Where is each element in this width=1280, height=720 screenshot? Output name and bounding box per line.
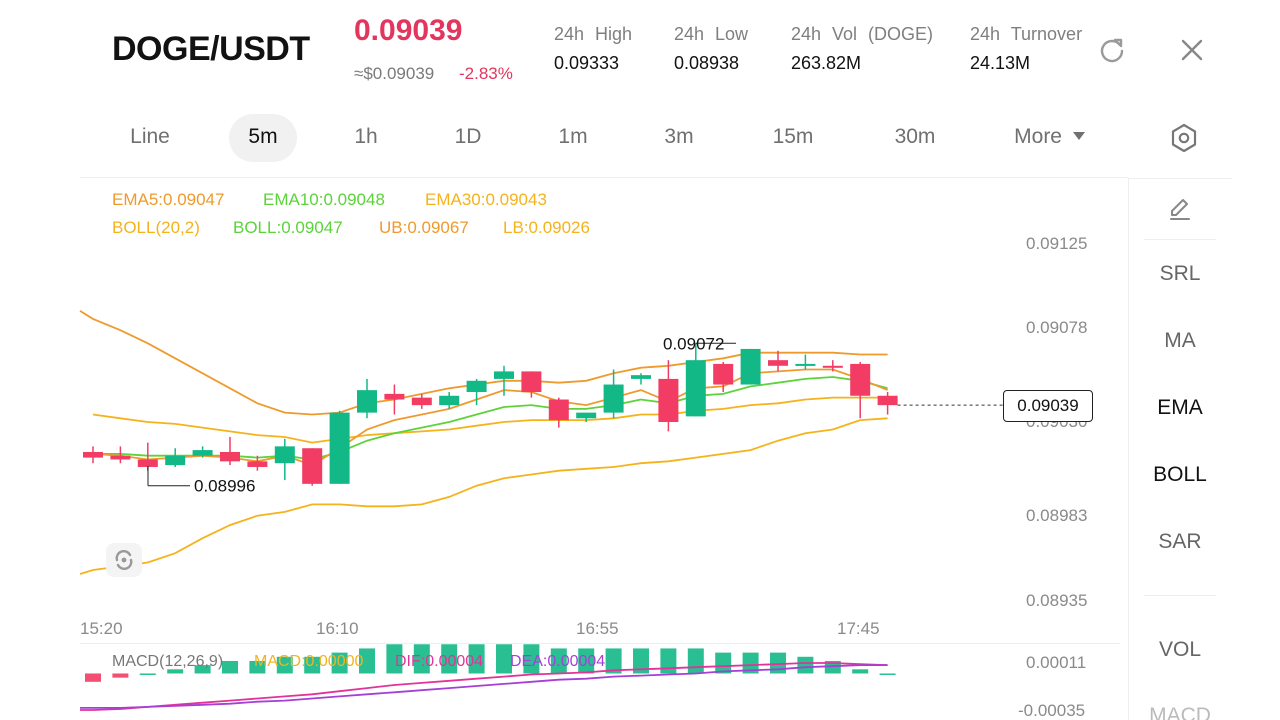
macd-histogram-bar [879,673,896,675]
macd-histogram-bar [139,673,156,675]
indicator-divider [1144,595,1216,596]
legend-macd-dea: DEA:0.00004 [510,653,606,670]
candle-up [329,412,350,484]
candle-up [494,371,514,379]
macd-histogram-bar [222,660,238,674]
candle-down [850,363,871,396]
macd-histogram-bar [797,656,814,674]
candle-down [548,399,569,421]
legend-macd-dif: DIF:0.00004 [395,653,484,670]
candle-down [302,448,323,484]
candle-down [877,395,898,406]
macd-histogram-bar [112,673,129,678]
candle-down [822,365,843,368]
candle-down [658,378,679,422]
close-icon [1181,39,1203,61]
indicator-macd[interactable]: MACD [1144,704,1216,720]
high-price-label: 0.09072 [663,334,724,353]
candle-up [357,390,377,413]
candle-up [603,384,624,413]
draw-tool-button[interactable] [1160,192,1200,226]
legend-macd-value: MACD:0.00000 [254,653,364,670]
candle-up [439,395,460,406]
time-axis-label: 17:45 [837,619,880,638]
time-axis-label: 16:10 [316,619,359,638]
candle-down [411,397,432,406]
indicator-ma[interactable]: MA [1144,329,1216,353]
candle-down [384,393,405,400]
reset-view-button[interactable] [106,543,142,577]
candle-up [466,380,487,393]
indicator-vol[interactable]: VOL [1144,638,1216,662]
candle-down [521,371,542,393]
macd-histogram-bar [660,648,677,674]
candle-up [576,412,597,419]
candlestick-chart[interactable]: 0.09072 0.08996 [0,0,1128,720]
candle-down [83,451,103,458]
indicator-boll[interactable]: BOLL [1144,463,1216,487]
candle-down [768,360,788,366]
time-axis-label: 15:20 [80,619,123,638]
candle-down [247,461,268,467]
ema30-line [92,396,888,444]
candle-down [713,363,734,385]
macd-histogram-bar [687,648,704,674]
candle-up [631,375,651,379]
boll-upper-line [79,310,888,416]
hexagon-settings-icon [1171,123,1197,153]
candle-up [740,348,761,385]
pencil-icon [1170,199,1190,220]
candle-up [165,455,186,466]
ema10-line [93,376,888,461]
candle-up [192,450,213,456]
candle-down [220,451,240,462]
macd-histogram-bar [852,669,869,674]
indicator-sar[interactable]: SAR [1144,530,1216,554]
macd-axis-label: -0.00035 [1018,701,1086,720]
chart-settings-button[interactable] [1166,122,1202,154]
indicator-srl[interactable]: SRL [1144,262,1216,286]
indicator-divider [1144,239,1216,240]
close-button[interactable] [1176,34,1208,66]
low-price-label: 0.08996 [194,477,255,496]
boll-lower-line [79,417,888,575]
indicator-ema[interactable]: EMA [1144,396,1216,420]
candle-up [274,446,295,464]
rotate-view-icon [115,549,133,571]
candle-down [110,455,131,460]
time-axis-label: 16:55 [576,619,619,638]
macd-histogram-bar [85,673,101,682]
candle-up [795,363,816,366]
legend-macd: MACD(12,26,9) [112,653,224,670]
last-price-marker: 0.09039 [1003,390,1093,422]
macd-divider [80,643,1120,644]
candle-up [685,360,706,417]
macd-axis-label: 0.00011 [1026,653,1087,672]
